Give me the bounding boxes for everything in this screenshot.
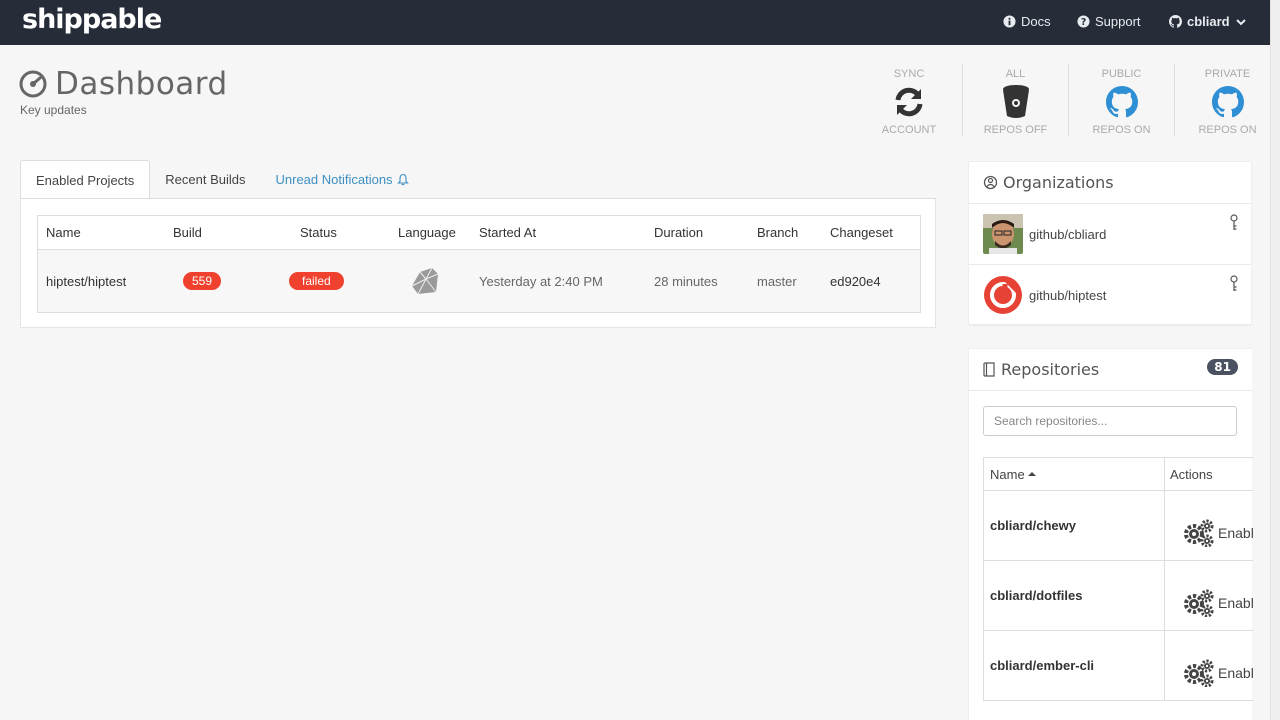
- table-row[interactable]: hiptest/hiptest 559 failed Yesterday at …: [38, 250, 920, 312]
- docs-link[interactable]: Docs: [1003, 14, 1051, 29]
- organizations-title: Organizations: [1003, 173, 1114, 192]
- started-at: Yesterday at 2:40 PM: [479, 273, 603, 289]
- gears-icon: [1184, 659, 1214, 687]
- stat-label-bottom: REPOS ON: [1092, 124, 1151, 136]
- key-icon[interactable]: [1229, 275, 1239, 293]
- build-number-badge[interactable]: 559: [183, 272, 222, 290]
- repositories-title: Repositories: [1001, 360, 1100, 379]
- organization-icon: [983, 175, 998, 190]
- enable-button[interactable]: Enable: [1183, 659, 1253, 687]
- book-icon: [983, 362, 995, 377]
- page-title: Dashboard: [19, 66, 228, 102]
- sync-icon: [895, 87, 923, 117]
- col-actions: Actions: [1170, 466, 1213, 482]
- stat-label-top: PUBLIC: [1101, 68, 1142, 80]
- repo-name[interactable]: cbliard/ember-cli: [983, 631, 1165, 700]
- tab-unread-notifications[interactable]: Unread Notifications: [261, 160, 424, 199]
- stat-label-bottom: REPOS OFF: [983, 124, 1048, 136]
- organizations-header: Organizations: [969, 162, 1251, 204]
- tab-enabled-projects[interactable]: Enabled Projects: [20, 160, 151, 199]
- repo-table-header: Name Actions: [983, 458, 1253, 491]
- enable-button[interactable]: Enable: [1183, 519, 1253, 547]
- chevron-down-icon: [1235, 18, 1246, 25]
- tab-label: Unread Notifications: [275, 172, 393, 187]
- list-item: cbliard/dotfiles Enable: [983, 561, 1253, 631]
- col-status[interactable]: Status: [300, 216, 337, 249]
- table-header: Name Build Status Language Started At Du…: [38, 216, 920, 250]
- support-label: Support: [1095, 14, 1141, 29]
- organizations-card: Organizations github/cbliard github/hipt…: [968, 161, 1252, 326]
- org-name: github/hiptest: [1029, 287, 1107, 303]
- docs-label: Docs: [1021, 14, 1051, 29]
- status-badge[interactable]: failed: [289, 272, 344, 290]
- all-repos-off-button[interactable]: ALL REPOS OFF: [962, 64, 1068, 136]
- github-icon: [1169, 15, 1182, 28]
- dashboard-heading: Dashboard: [55, 66, 228, 102]
- stat-label-bottom: REPOS ON: [1198, 124, 1257, 136]
- username-label: cbliard: [1187, 14, 1230, 29]
- sync-account-button[interactable]: SYNC ACCOUNT: [856, 64, 962, 136]
- stat-label-bottom: ACCOUNT: [881, 124, 937, 136]
- top-navbar: shippable Docs ? Support cbliard: [0, 0, 1270, 45]
- enable-button[interactable]: Enable: [1183, 589, 1253, 617]
- col-changeset[interactable]: Changeset: [830, 216, 893, 249]
- question-icon: ?: [1077, 15, 1090, 28]
- gears-icon: [1184, 589, 1214, 617]
- bell-icon: [396, 173, 409, 186]
- ruby-icon: [411, 267, 439, 295]
- key-icon[interactable]: [1229, 214, 1239, 232]
- project-name[interactable]: hiptest/hiptest: [46, 250, 126, 312]
- gears-icon: [1184, 519, 1214, 547]
- public-repos-on-button[interactable]: PUBLIC REPOS ON: [1068, 64, 1174, 136]
- col-duration[interactable]: Duration: [654, 216, 703, 249]
- github-icon: [1211, 86, 1244, 118]
- repositories-table: Name Actions cbliard/chewy Enable: [983, 457, 1253, 701]
- tab-recent-builds[interactable]: Recent Builds: [150, 160, 260, 199]
- info-icon: [1003, 15, 1016, 28]
- projects-table: Name Build Status Language Started At Du…: [37, 215, 921, 313]
- col-started-at[interactable]: Started At: [479, 216, 536, 249]
- org-name: github/cbliard: [1029, 226, 1107, 242]
- enable-label: Enable: [1218, 595, 1253, 611]
- github-icon: [1105, 86, 1138, 118]
- repo-name[interactable]: cbliard/dotfiles: [983, 561, 1165, 630]
- avatar: [983, 275, 1023, 315]
- dashboard-icon: [19, 70, 47, 98]
- project-tabs: Enabled Projects Recent Builds Unread No…: [20, 160, 424, 199]
- branch: master: [757, 273, 797, 289]
- enable-label: Enable: [1218, 525, 1253, 541]
- col-repo-name[interactable]: Name: [983, 458, 1165, 490]
- shippable-logo[interactable]: shippable: [22, 4, 162, 35]
- repo-count-badge: 81: [1207, 359, 1238, 375]
- repositories-card: Repositories 81 Name Actions cbliard/che…: [968, 348, 1253, 720]
- col-name[interactable]: Name: [46, 216, 81, 249]
- list-item: cbliard/ember-cli Enable: [983, 631, 1253, 701]
- enable-label: Enable: [1218, 665, 1253, 681]
- stat-label-top: SYNC: [893, 68, 925, 80]
- bitbucket-icon: [1002, 85, 1029, 118]
- list-item: cbliard/chewy Enable: [983, 491, 1253, 561]
- changeset-link[interactable]: ed920e4: [830, 250, 881, 312]
- col-build[interactable]: Build: [173, 216, 202, 249]
- col-language[interactable]: Language: [398, 216, 456, 249]
- org-item-cbliard[interactable]: github/cbliard: [969, 204, 1251, 265]
- search-repositories-input[interactable]: [983, 406, 1237, 436]
- user-menu[interactable]: cbliard: [1169, 14, 1247, 29]
- repo-name[interactable]: cbliard/chewy: [983, 491, 1165, 560]
- sort-up-icon: [1027, 472, 1036, 476]
- enabled-projects-panel: Name Build Status Language Started At Du…: [20, 198, 936, 328]
- svg-text:?: ?: [1081, 17, 1086, 28]
- stat-label-top: ALL: [1005, 68, 1026, 80]
- private-repos-on-button[interactable]: PRIVATE REPOS ON: [1174, 64, 1280, 136]
- stat-label-top: PRIVATE: [1204, 68, 1251, 80]
- org-item-hiptest[interactable]: github/hiptest: [969, 265, 1251, 326]
- support-link[interactable]: ? Support: [1077, 14, 1141, 29]
- col-label: Name: [990, 466, 1025, 482]
- repositories-header: Repositories 81: [969, 349, 1252, 391]
- duration: 28 minutes: [654, 273, 718, 289]
- col-branch[interactable]: Branch: [757, 216, 798, 249]
- page-subtitle: Key updates: [20, 103, 87, 117]
- account-stats: SYNC ACCOUNT ALL REPOS OFF PUBLIC REPOS …: [856, 64, 1280, 136]
- avatar: [983, 214, 1023, 254]
